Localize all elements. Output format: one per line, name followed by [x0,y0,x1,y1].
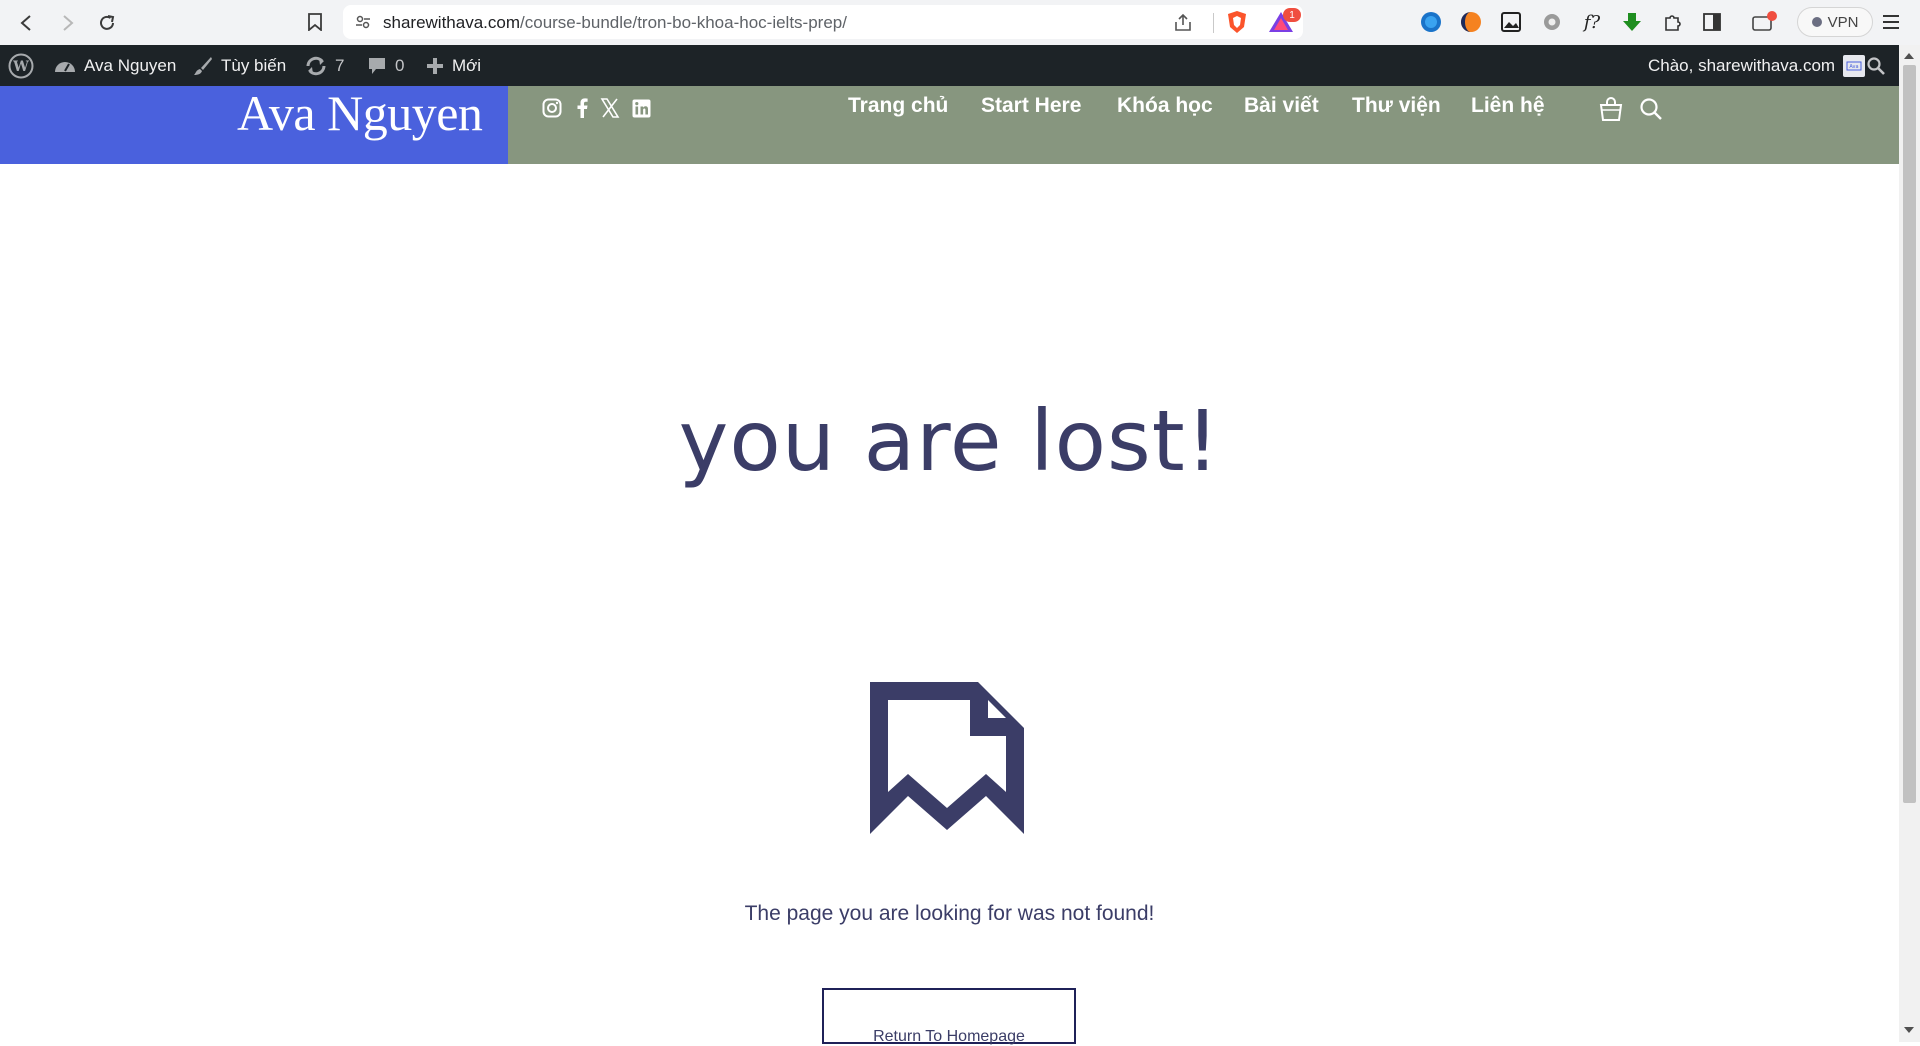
comment-icon [369,57,385,74]
globe-extension-icon[interactable] [1420,11,1442,33]
formula-extension-icon[interactable]: f? [1581,11,1603,33]
return-home-label: Return To Homepage [873,1028,1025,1045]
vpn-status-icon [1811,17,1822,27]
main-navigation: Trang chủ Start Here Khóa học Bài viết T… [508,86,1899,164]
nav-item-start-here[interactable]: Start Here [981,94,1081,118]
not-found-message: The page you are looking for was not fou… [744,902,1155,925]
lost-page-icon [870,682,1024,834]
forward-icon[interactable] [54,10,80,36]
nav-item-contact[interactable]: Liên hệ [1471,94,1545,118]
admin-greeting: Chào, sharewithava.com [1648,55,1836,75]
new-content-link[interactable]: Mới [426,45,481,86]
nav-item-home[interactable]: Trang chủ [848,94,948,118]
image-extension-icon[interactable] [1500,11,1522,33]
page-scrollbar[interactable] [1899,45,1920,1042]
reload-icon[interactable] [94,10,120,36]
gear-extension-icon[interactable] [1541,11,1563,33]
hamburger-menu-icon[interactable] [1880,11,1902,33]
search-icon[interactable] [1638,96,1664,122]
nav-item-library[interactable]: Thư viện [1352,94,1441,118]
linkedin-icon[interactable] [630,97,652,119]
brush-icon [194,56,212,75]
my-account-link[interactable]: Chào, sharewithava.com Ava [1648,45,1866,86]
scroll-down-arrow-icon[interactable] [1904,1027,1914,1033]
wordpress-logo-icon[interactable]: W [8,45,34,86]
site-header: Ava Nguyen Trang chủ Start Here Khóa học… [0,86,1899,164]
return-home-button[interactable]: Return To Homepage [822,988,1076,1045]
dashboard-icon [55,61,75,72]
site-settings-icon[interactable] [355,14,371,30]
comments-count: 0 [395,55,405,75]
wp-admin-bar: W Ava Nguyen Tùy biến 7 0 Mới Chào, shar… [0,45,1899,86]
wallet-icon[interactable] [1750,11,1780,33]
share-icon[interactable] [1173,13,1193,33]
customize-link[interactable]: Tùy biến [193,45,286,86]
url-text[interactable]: sharewithava.com/course-bundle/tron-bo-k… [383,13,847,33]
instagram-icon[interactable] [541,97,563,119]
cart-icon[interactable] [1598,96,1624,122]
rewards-badge: 1 [1283,8,1301,22]
customize-label: Tùy biến [221,55,287,75]
admin-search-icon[interactable] [1867,45,1885,86]
vpn-label: VPN [1827,13,1859,31]
comments-link[interactable]: 0 [367,45,404,86]
brave-shield-icon[interactable] [1225,10,1249,34]
puzzle-extensions-icon[interactable] [1661,11,1683,33]
avatar: Ava [1843,54,1866,77]
site-logo[interactable]: Ava Nguyen [237,86,483,140]
vpn-button[interactable]: VPN [1797,7,1873,37]
bookmark-icon[interactable] [303,10,327,34]
half-moon-extension-icon[interactable] [1460,11,1482,33]
updates-icon [306,56,326,75]
url-divider [1213,13,1214,33]
facebook-icon[interactable] [571,97,593,119]
logo-area: Ava Nguyen [0,86,508,164]
scroll-thumb[interactable] [1903,65,1916,803]
nav-item-courses[interactable]: Khóa học [1117,94,1213,118]
sidebar-icon[interactable] [1701,11,1723,33]
updates-count: 7 [335,55,345,75]
scroll-up-arrow-icon[interactable] [1904,53,1914,59]
plus-icon [427,57,443,74]
download-extension-icon[interactable] [1621,11,1643,33]
updates-link[interactable]: 7 [305,45,344,86]
svg-text:W: W [12,59,29,75]
x-icon[interactable] [599,97,621,119]
browser-toolbar: sharewithava.com/course-bundle/tron-bo-k… [0,0,1920,45]
new-label: Mới [452,55,482,75]
main-content: you are lost! The page you are looking f… [0,164,1899,1042]
back-icon[interactable] [14,10,40,36]
svg-text:Ava: Ava [1850,64,1859,70]
admin-site-name: Ava Nguyen [84,55,177,75]
nav-item-articles[interactable]: Bài viết [1244,94,1319,118]
address-bar[interactable]: sharewithava.com/course-bundle/tron-bo-k… [343,5,1303,39]
admin-site-link[interactable]: Ava Nguyen [54,45,176,86]
page-title: you are lost! [678,392,1221,490]
